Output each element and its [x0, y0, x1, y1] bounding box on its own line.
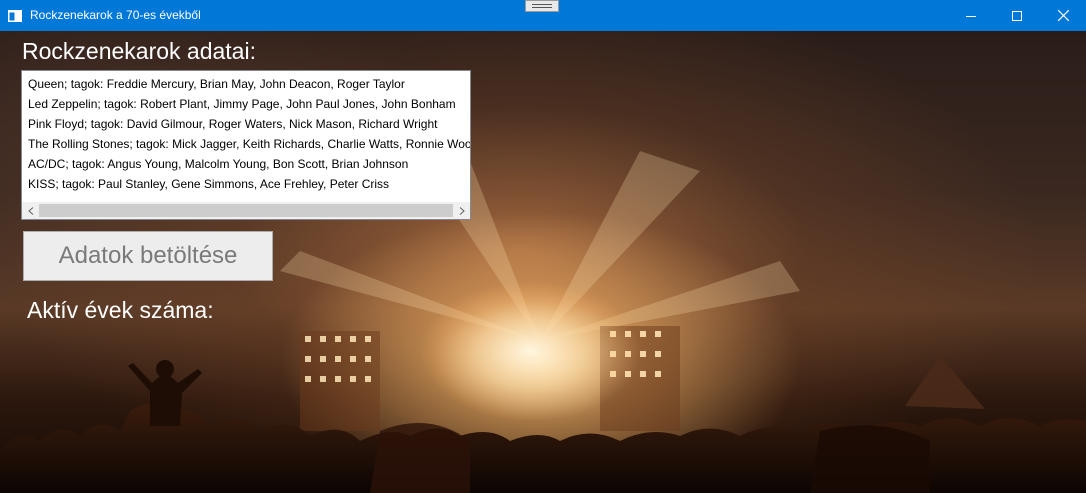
- close-button[interactable]: [1040, 0, 1086, 31]
- drag-grip-icon[interactable]: [525, 0, 559, 12]
- app-icon: [8, 9, 22, 22]
- title-bar[interactable]: Rockzenekarok a 70-es évekből: [0, 0, 1086, 31]
- horizontal-scrollbar[interactable]: [22, 202, 470, 219]
- window-title: Rockzenekarok a 70-es évekből: [30, 8, 201, 22]
- list-item[interactable]: Queen; tagok: Freddie Mercury, Brian May…: [22, 74, 470, 94]
- list-item[interactable]: Led Zeppelin; tagok: Robert Plant, Jimmy…: [22, 94, 470, 114]
- scroll-left-button[interactable]: [22, 202, 39, 219]
- list-item[interactable]: KISS; tagok: Paul Stanley, Gene Simmons,…: [22, 174, 470, 194]
- load-data-button[interactable]: Adatok betöltése: [23, 231, 273, 281]
- bands-listbox[interactable]: Queen; tagok: Freddie Mercury, Brian May…: [21, 70, 471, 220]
- list-item[interactable]: Pink Floyd; tagok: David Gilmour, Roger …: [22, 114, 470, 134]
- minimize-icon: [966, 11, 976, 21]
- maximize-icon: [1012, 10, 1022, 21]
- bands-heading: Rockzenekarok adatai:: [22, 38, 256, 64]
- list-item[interactable]: The Rolling Stones; tagok: Mick Jagger, …: [22, 134, 470, 154]
- minimize-button[interactable]: [948, 0, 994, 31]
- active-years-label: Aktív évek száma:: [27, 297, 214, 323]
- chevron-right-icon: [459, 202, 465, 220]
- close-icon: [1057, 10, 1069, 21]
- scrollbar-thumb[interactable]: [39, 204, 453, 217]
- chevron-left-icon: [27, 202, 34, 220]
- maximize-button[interactable]: [994, 0, 1040, 31]
- list-item[interactable]: AC/DC; tagok: Angus Young, Malcolm Young…: [22, 154, 470, 174]
- scroll-right-button[interactable]: [453, 202, 470, 219]
